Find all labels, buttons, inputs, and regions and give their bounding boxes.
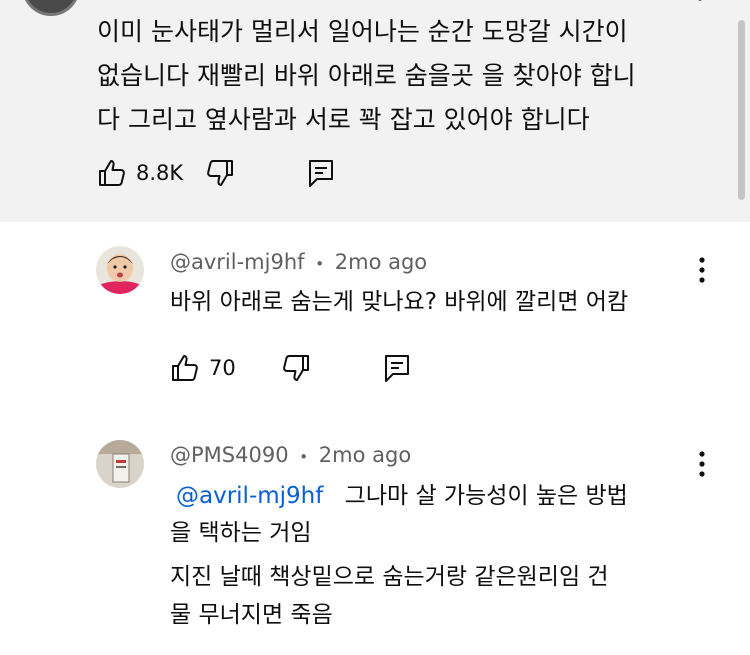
reply-author[interactable]: @PMS4090 [170, 443, 289, 467]
more-icon[interactable] [694, 449, 710, 479]
reply-text-segment: 그나마 살 가능성이 높은 방법 [344, 483, 628, 509]
reply-icon[interactable] [383, 353, 411, 383]
comment-text-line: 이미 눈사태가 멀리서 일어나는 순간 도망갈 시간이 [97, 17, 628, 46]
reply-item: @avril-mj9hf • 2mo ago 바위 아래로 숨는게 맞나요? 바… [0, 222, 750, 412]
reply-author[interactable]: @avril-mj9hf [170, 250, 305, 274]
top-comment: 이미 눈사태가 멀리서 일어나는 순간 도망갈 시간이 없습니다 재빨리 바위 … [0, 0, 750, 222]
meta-separator: • [299, 448, 309, 466]
comment-actions: 8.8K [97, 158, 335, 188]
reply-text-line: 물 무너지면 죽음 [170, 602, 333, 628]
reply-text-line: 을 택하는 거임 [170, 520, 312, 546]
reply-icon[interactable] [307, 158, 335, 188]
more-icon[interactable] [694, 255, 710, 285]
reply-meta: @PMS4090 • 2mo ago [170, 443, 411, 467]
avatar[interactable] [96, 246, 144, 294]
like-count: 70 [209, 356, 236, 380]
reply-time[interactable]: 2mo ago [335, 250, 427, 274]
like-icon[interactable] [97, 158, 127, 188]
reply-actions: 70 [170, 353, 411, 383]
comment-text-line: 다 그리고 옆사람과 서로 꽉 잡고 있어야 합니다 [97, 105, 590, 134]
comment-text-line: 없습니다 재빨리 바위 아래로 숨을곳 을 찾아야 합니 [97, 61, 636, 90]
reply-item: @PMS4090 • 2mo ago @avril-mj9hf 그나마 살 가능… [0, 412, 750, 655]
avatar[interactable] [96, 440, 144, 488]
reply-text: 바위 아래로 숨는게 맞나요? 바위에 깔리면 어캄 [170, 289, 629, 315]
reply-text-line: @avril-mj9hf 그나마 살 가능성이 높은 방법 [170, 478, 628, 515]
reply-time[interactable]: 2mo ago [319, 443, 411, 467]
like-icon[interactable] [170, 353, 200, 383]
reply-meta: @avril-mj9hf • 2mo ago [170, 250, 427, 274]
avatar[interactable] [22, 0, 80, 16]
scrollbar[interactable] [738, 20, 745, 200]
dislike-icon[interactable] [205, 158, 235, 188]
reply-text-line: 지진 날때 책상밑으로 숨는거랑 같은원리임 건 [170, 564, 609, 590]
meta-separator: • [315, 255, 325, 273]
like-count: 8.8K [136, 161, 184, 185]
mention-link[interactable]: @avril-mj9hf [176, 483, 323, 509]
dislike-icon[interactable] [281, 353, 311, 383]
comment-text: 이미 눈사태가 멀리서 일어나는 순간 도망갈 시간이 없습니다 재빨리 바위 … [97, 10, 697, 142]
